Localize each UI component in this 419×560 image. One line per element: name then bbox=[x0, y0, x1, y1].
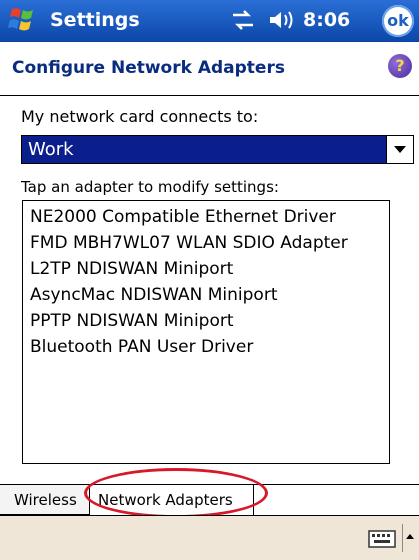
network-select-value: Work bbox=[28, 139, 74, 160]
list-item[interactable]: Bluetooth PAN User Driver bbox=[30, 337, 253, 357]
list-item[interactable]: PPTP NDISWAN Miniport bbox=[30, 311, 234, 331]
menu-bar bbox=[0, 515, 419, 560]
tab-wireless[interactable]: Wireless bbox=[0, 485, 90, 515]
connectivity-icon[interactable] bbox=[230, 9, 256, 31]
header-divider bbox=[0, 95, 419, 96]
tab-network-adapters[interactable]: Network Adapters bbox=[90, 485, 254, 515]
ok-button[interactable]: ok bbox=[382, 5, 414, 37]
list-item[interactable]: AsyncMac NDISWAN Miniport bbox=[30, 285, 277, 305]
network-select[interactable]: Work bbox=[21, 135, 414, 164]
volume-icon[interactable] bbox=[268, 8, 296, 32]
page-title: Configure Network Adapters bbox=[12, 58, 285, 78]
app-title: Settings bbox=[50, 9, 140, 31]
input-panel-arrow-icon[interactable] bbox=[402, 524, 417, 552]
keyboard-icon[interactable] bbox=[368, 530, 396, 548]
connects-label: My network card connects to: bbox=[21, 107, 259, 126]
title-bar: Settings 8:06 ok bbox=[0, 0, 419, 42]
adapter-list[interactable]: NE2000 Compatible Ethernet Driver FMD MB… bbox=[22, 200, 390, 464]
chevron-down-icon[interactable] bbox=[386, 136, 413, 163]
list-item[interactable]: FMD MBH7WL07 WLAN SDIO Adapter bbox=[30, 233, 348, 253]
help-icon[interactable]: ? bbox=[388, 54, 412, 78]
adapter-list-label: Tap an adapter to modify settings: bbox=[21, 178, 279, 196]
list-item[interactable]: NE2000 Compatible Ethernet Driver bbox=[30, 207, 336, 227]
clock[interactable]: 8:06 bbox=[303, 9, 350, 31]
start-flag-icon[interactable] bbox=[8, 5, 38, 35]
list-item[interactable]: L2TP NDISWAN Miniport bbox=[30, 259, 233, 279]
